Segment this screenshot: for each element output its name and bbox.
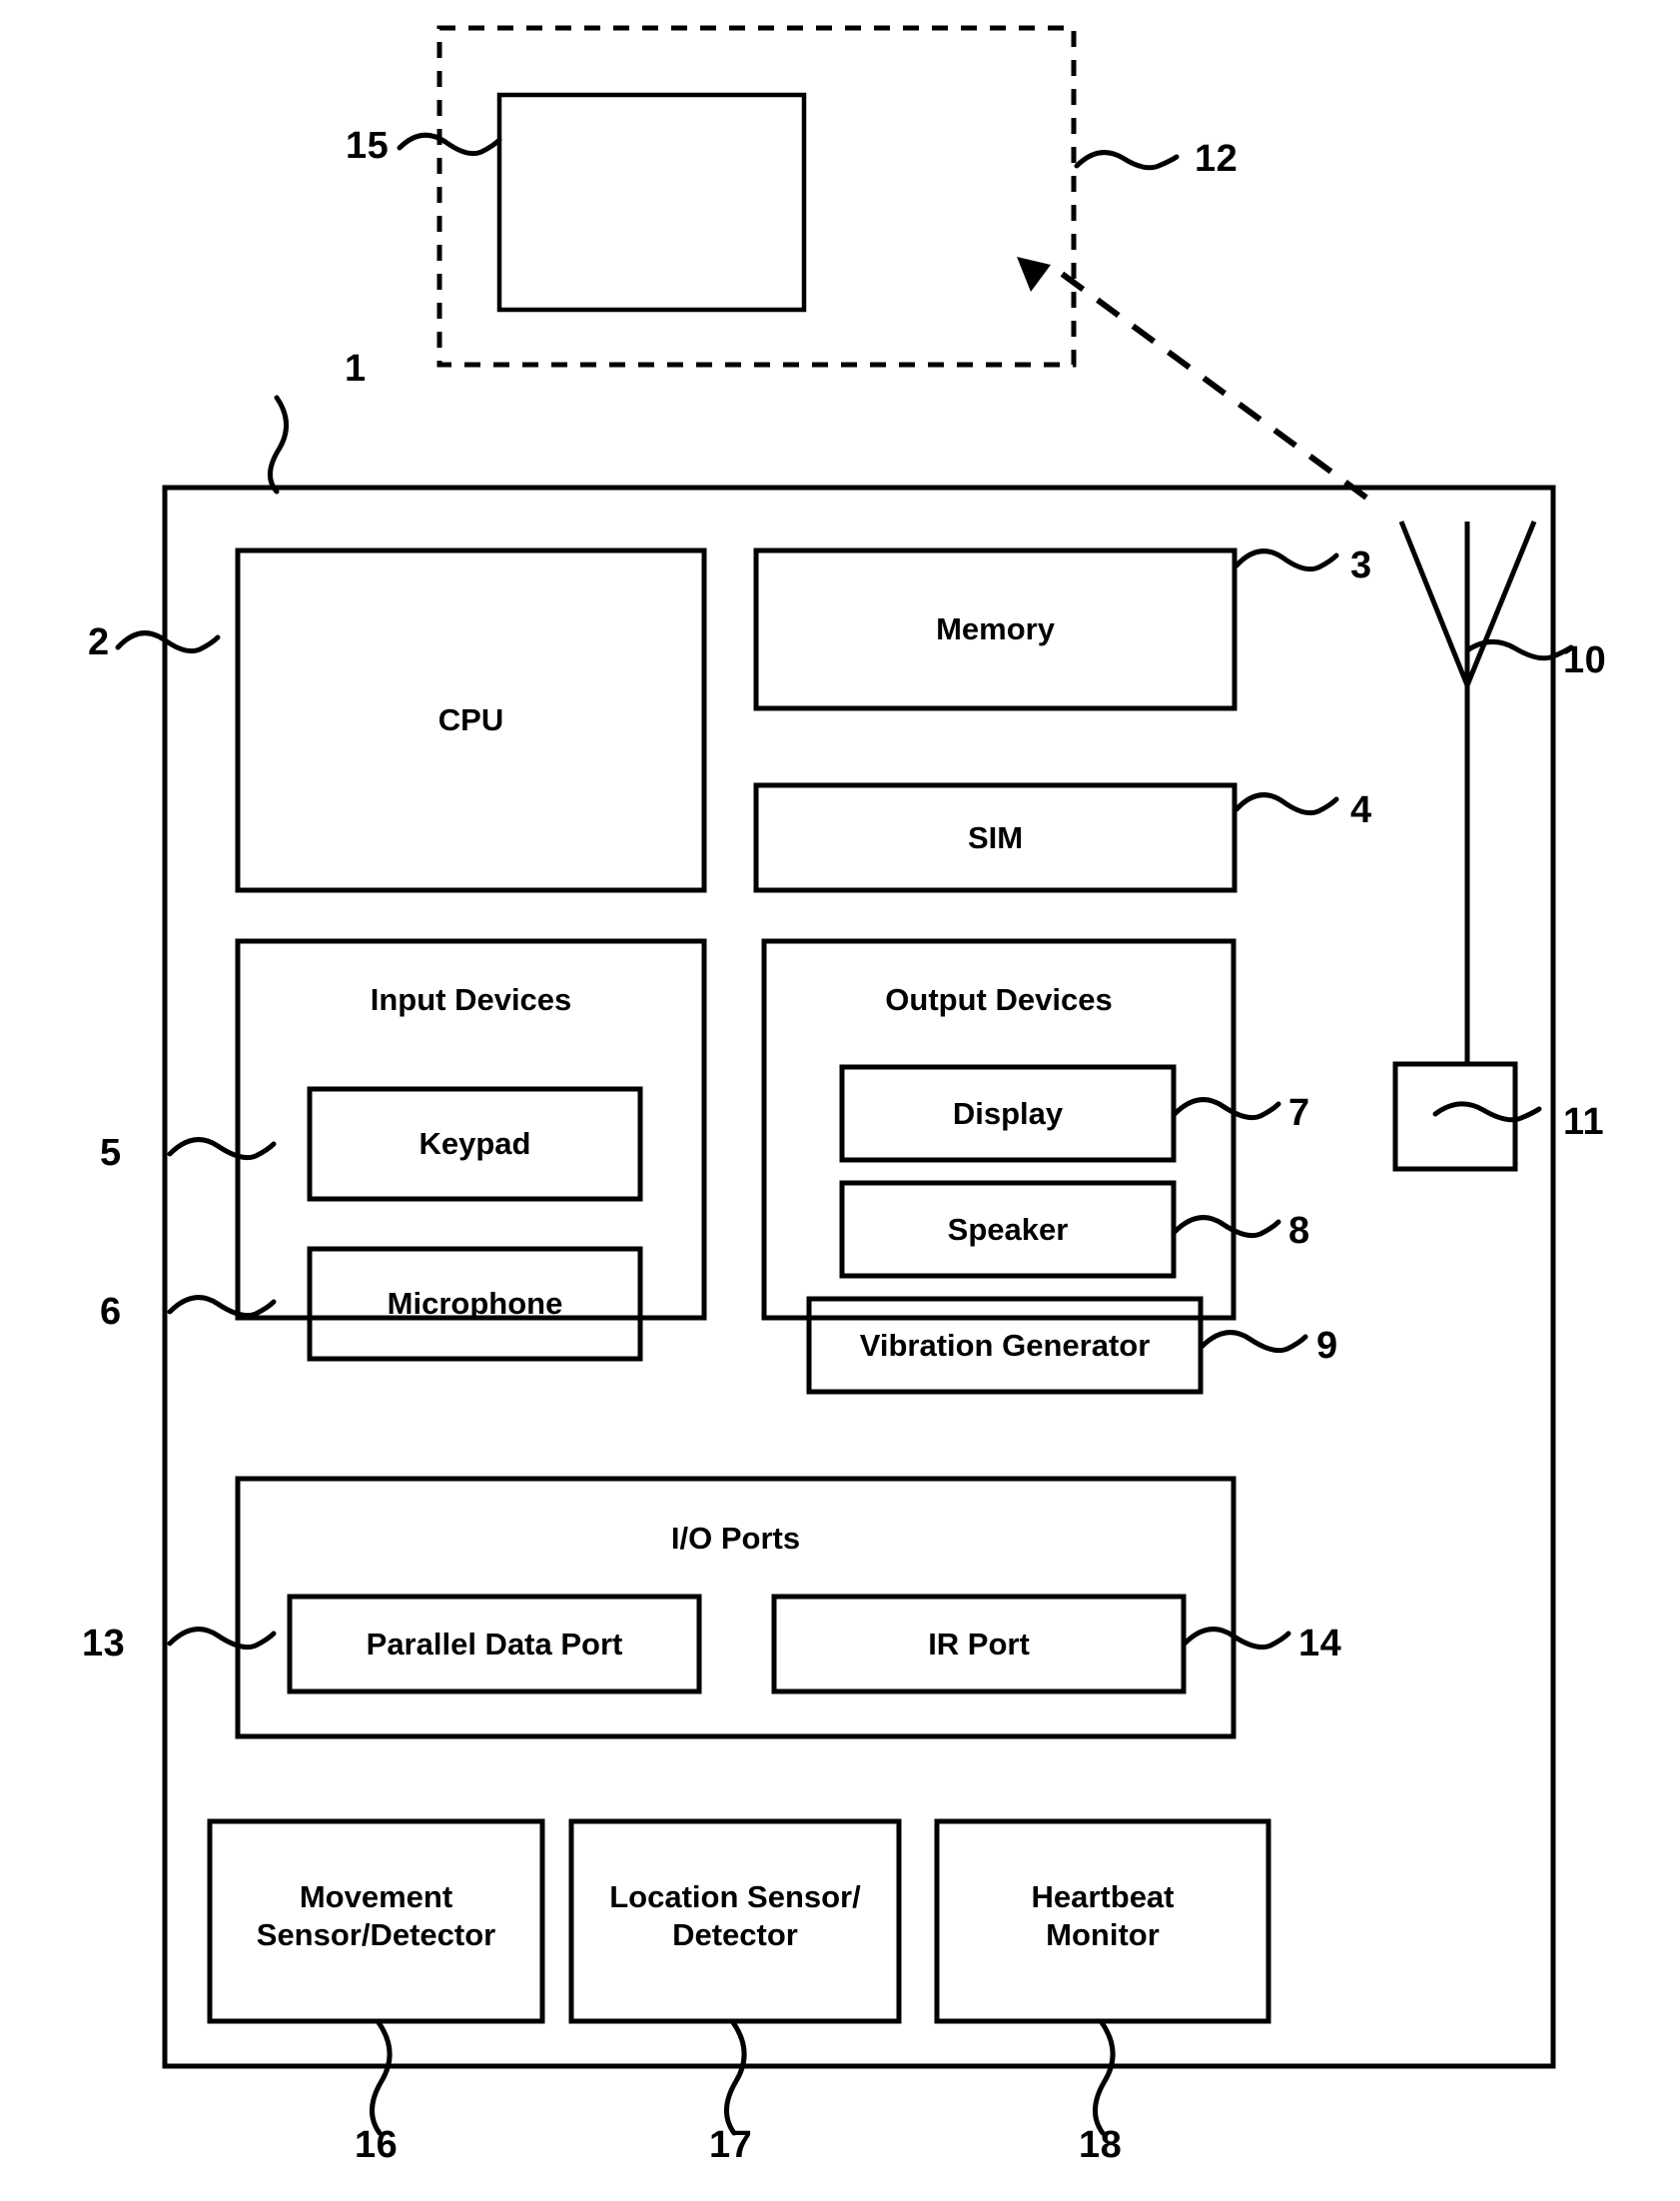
ref-numeral-8: 8	[1288, 1210, 1310, 1252]
io-ports-label: I/O Ports	[670, 1521, 801, 1557]
ir-port-label: IR Port	[928, 1626, 1030, 1661]
leader-line-13	[167, 1627, 277, 1651]
remote-unit-box	[496, 92, 807, 313]
leader-line-12	[1074, 150, 1180, 171]
leader-line-7	[1172, 1097, 1281, 1121]
leader-line-5	[167, 1137, 277, 1161]
leader-line-6	[167, 1295, 277, 1319]
ref-numeral-6: 6	[100, 1291, 122, 1333]
leader-line-11	[1432, 1101, 1542, 1123]
leader-line-16	[370, 2018, 393, 2136]
cpu-label: CPU	[437, 702, 504, 738]
wireless-link-arrow	[1017, 257, 1368, 501]
leader-line-14	[1182, 1627, 1291, 1651]
leader-line-15	[397, 132, 502, 157]
heartbeat-monitor-label-line2: Monitor	[1046, 1916, 1160, 1952]
leader-line-18	[1093, 2018, 1116, 2136]
input-devices-label: Input Devices	[370, 982, 572, 1018]
leader-line-2	[115, 630, 221, 654]
vibration-generator-label: Vibration Generator	[859, 1327, 1151, 1363]
location-sensor-label-line2: Detector	[672, 1916, 798, 1952]
leader-line-3	[1234, 549, 1339, 572]
ref-numeral-14: 14	[1298, 1623, 1342, 1664]
sim-label: SIM	[967, 819, 1024, 855]
location-sensor-label: Location Sensor/ Detector	[571, 1878, 899, 1954]
ref-numeral-15: 15	[346, 125, 390, 167]
ref-numeral-17: 17	[709, 2124, 753, 2166]
speaker-label: Speaker	[947, 1211, 1069, 1247]
remote-region-dashed-box	[436, 25, 1077, 368]
output-devices-label: Output Devices	[885, 982, 1113, 1018]
memory-label: Memory	[936, 611, 1055, 647]
ref-numeral-5: 5	[100, 1132, 122, 1174]
microphone-label: Microphone	[387, 1286, 563, 1322]
ref-numeral-3: 3	[1350, 545, 1372, 586]
heartbeat-monitor-label: Heartbeat Monitor	[937, 1878, 1268, 1954]
ref-numeral-10: 10	[1563, 639, 1607, 681]
ref-numeral-12: 12	[1195, 138, 1239, 180]
movement-sensor-label-line2: Sensor/Detector	[256, 1916, 496, 1952]
ref-numeral-13: 13	[82, 1623, 126, 1664]
ref-numeral-4: 4	[1350, 789, 1372, 831]
ref-numeral-16: 16	[355, 2124, 399, 2166]
ref-numeral-2: 2	[88, 621, 110, 663]
leader-line-8	[1172, 1215, 1281, 1239]
ref-numeral-11: 11	[1563, 1101, 1605, 1143]
leader-line-1	[268, 395, 289, 495]
leader-line-9	[1199, 1330, 1308, 1354]
movement-sensor-label: Movement Sensor/Detector	[210, 1878, 542, 1954]
leader-line-17	[724, 2018, 747, 2136]
diagram-vector-layer	[115, 25, 1574, 2136]
heartbeat-monitor-label-line1: Heartbeat	[1031, 1879, 1175, 1914]
display-label: Display	[952, 1095, 1064, 1131]
leader-line-4	[1234, 792, 1339, 816]
ref-numeral-18: 18	[1079, 2124, 1123, 2166]
ref-numeral-1: 1	[345, 348, 367, 390]
location-sensor-label-line1: Location Sensor/	[609, 1879, 861, 1914]
ref-numeral-9: 9	[1316, 1325, 1338, 1367]
keypad-label: Keypad	[419, 1126, 531, 1162]
patent-figure-canvas: 1 2 3 4 5 6 7 8 9 10 11 12 13 14 15 16 1…	[0, 0, 1680, 2201]
ref-numeral-7: 7	[1288, 1092, 1310, 1134]
parallel-data-port-label: Parallel Data Port	[366, 1626, 623, 1661]
antenna-icon	[1398, 521, 1537, 1064]
movement-sensor-label-line1: Movement	[299, 1879, 453, 1914]
